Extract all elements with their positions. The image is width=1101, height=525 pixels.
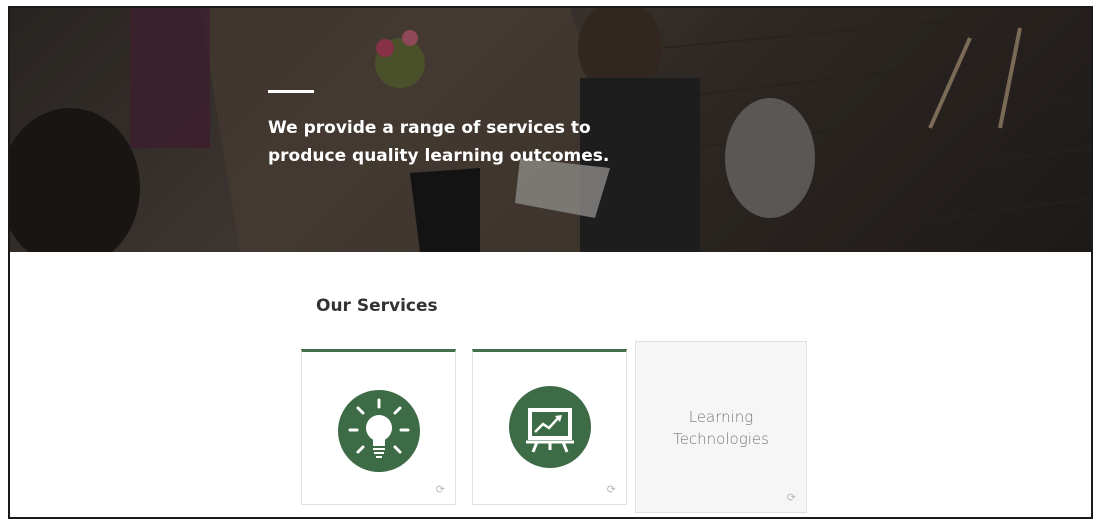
service-card-lightbulb[interactable]: ⟳: [301, 349, 456, 505]
hero-headline-line-2: produce quality learning outcomes.: [268, 146, 610, 166]
service-card-learning-technologies[interactable]: Learning Technologies ⟳: [635, 341, 807, 513]
card-label-line-1: Learning: [688, 408, 754, 426]
section-title: Our Services: [316, 296, 438, 316]
hero-headline-line-1: We provide a range of services to: [268, 118, 591, 138]
hero-banner: We provide a range of services to produc…: [10, 8, 1091, 252]
refresh-icon: ⟳: [786, 492, 796, 504]
card-label-line-2: Technologies: [673, 430, 769, 448]
hero-headline: We provide a range of services to produc…: [268, 114, 628, 170]
refresh-icon: ⟳: [435, 484, 445, 496]
hero-accent-line: [268, 90, 314, 93]
lightbulb-icon: [338, 390, 420, 472]
refresh-icon: ⟳: [606, 484, 616, 496]
page-frame: We provide a range of services to produc…: [8, 6, 1093, 519]
service-card-presentation[interactable]: ⟳: [472, 349, 627, 505]
card-label: Learning Technologies: [636, 406, 806, 450]
presentation-chart-icon: [509, 386, 591, 468]
